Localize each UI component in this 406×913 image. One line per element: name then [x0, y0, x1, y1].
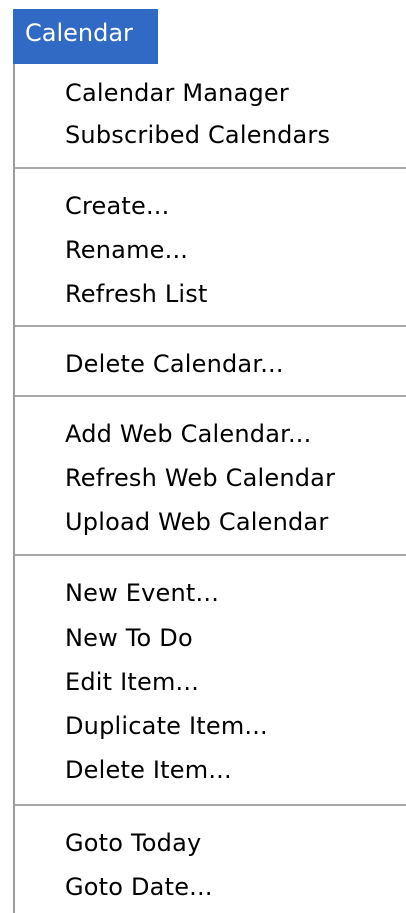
menu-item-refresh-web-calendar[interactable]: Refresh Web Calendar	[65, 458, 335, 498]
menu-item-edit-item[interactable]: Edit Item...	[65, 662, 199, 702]
menu-item-subscribed-calendars[interactable]: Subscribed Calendars	[65, 115, 330, 155]
menu-item-delete-calendar[interactable]: Delete Calendar...	[65, 344, 284, 384]
menu-item-goto-date[interactable]: Goto Date...	[65, 867, 213, 907]
menu-item-upload-web-calendar[interactable]: Upload Web Calendar	[65, 502, 328, 542]
menu-separator	[15, 395, 406, 398]
menu-item-duplicate-item[interactable]: Duplicate Item...	[65, 706, 268, 746]
menu-separator	[15, 325, 406, 328]
menu-item-refresh-list[interactable]: Refresh List	[65, 274, 208, 314]
menu-separator	[15, 167, 406, 170]
menu-bar: Calendar	[0, 0, 406, 65]
menu-separator	[15, 804, 406, 807]
calendar-dropdown-menu: Calendar Manager Subscribed Calendars Cr…	[13, 64, 406, 913]
menu-separator	[15, 554, 406, 557]
menu-item-create[interactable]: Create...	[65, 186, 169, 226]
menu-item-rename[interactable]: Rename...	[65, 230, 188, 270]
menu-item-new-to-do[interactable]: New To Do	[65, 618, 193, 658]
menu-item-delete-item[interactable]: Delete Item...	[65, 750, 232, 790]
menu-item-new-event[interactable]: New Event...	[65, 573, 219, 613]
calendar-menu-title[interactable]: Calendar	[13, 9, 158, 65]
menu-item-add-web-calendar[interactable]: Add Web Calendar...	[65, 414, 311, 454]
menu-item-goto-today[interactable]: Goto Today	[65, 823, 201, 863]
menu-item-calendar-manager[interactable]: Calendar Manager	[65, 73, 289, 113]
